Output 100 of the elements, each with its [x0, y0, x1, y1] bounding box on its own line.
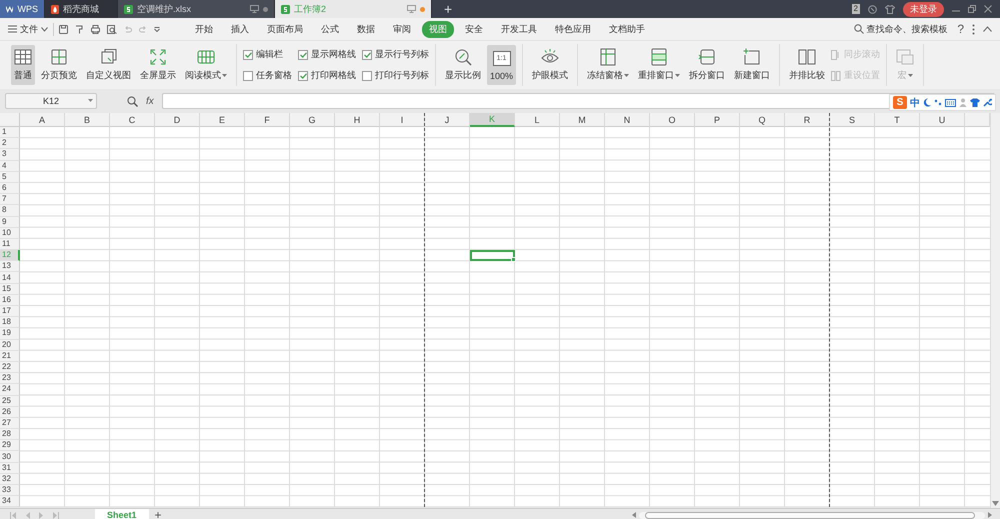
row-header[interactable]: 21 — [0, 350, 20, 362]
column-header[interactable]: U — [920, 113, 965, 127]
ribbon-button[interactable]: 重排窗口 — [635, 45, 684, 85]
row-header[interactable]: 32 — [0, 474, 20, 485]
document-tab[interactable]: 空调维护.xlsx — [118, 0, 275, 18]
checkbox-box[interactable] — [362, 50, 372, 60]
row-header[interactable]: 31 — [0, 462, 20, 474]
column-header[interactable]: E — [200, 113, 245, 127]
ribbon-tab[interactable]: 特色应用 — [548, 20, 598, 38]
column-header[interactable]: M — [560, 113, 605, 127]
file-menu[interactable]: 文件 — [8, 22, 54, 36]
column-header[interactable]: N — [605, 113, 650, 127]
row-header[interactable]: 14 — [0, 272, 20, 284]
row-header[interactable]: 11 — [0, 238, 20, 250]
column-header[interactable]: O — [650, 113, 695, 127]
ribbon-tab[interactable]: 审阅 — [386, 20, 418, 38]
ribbon-button[interactable]: 新建窗口 — [731, 45, 774, 85]
row-header[interactable]: 23 — [0, 373, 20, 384]
row-header[interactable]: 30 — [0, 451, 20, 463]
checkbox[interactable]: 打印行号列标 — [362, 69, 429, 82]
row-header[interactable]: 33 — [0, 485, 20, 496]
row-header[interactable]: 25 — [0, 396, 20, 407]
row-header[interactable]: 34 — [0, 496, 20, 508]
row-header[interactable]: 7 — [0, 194, 20, 206]
checkbox-box[interactable] — [298, 70, 308, 80]
row-header[interactable]: 4 — [0, 160, 20, 172]
ribbon-tab[interactable]: 数据 — [350, 20, 382, 38]
ribbon-tab[interactable]: 公式 — [314, 20, 346, 38]
row-header[interactable]: 28 — [0, 429, 20, 440]
login-button[interactable]: 未登录 — [903, 2, 944, 16]
ribbon-tab[interactable]: 页面布局 — [260, 20, 310, 38]
document-tab[interactable]: 稻壳商城 — [45, 0, 118, 18]
row-header[interactable]: 17 — [0, 306, 20, 318]
row-header[interactable]: 13 — [0, 261, 20, 272]
row-header[interactable]: 29 — [0, 440, 20, 452]
ribbon-button[interactable]: 拆分窗口 — [686, 45, 728, 85]
checkbox-box[interactable] — [243, 70, 253, 80]
column-header[interactable]: H — [335, 113, 380, 127]
ribbon-button[interactable]: 显示比例 — [442, 45, 484, 85]
column-header[interactable]: R — [785, 113, 830, 127]
command-search[interactable]: 查找命令、搜索模板 — [854, 22, 948, 36]
document-tab[interactable]: WPS — [0, 0, 45, 18]
ribbon-button[interactable]: 全屏显示 — [137, 45, 179, 85]
row-header[interactable]: 9 — [0, 216, 20, 228]
row-header[interactable]: 20 — [0, 340, 20, 351]
add-sheet-button[interactable]: + — [148, 508, 168, 519]
row-header[interactable]: 8 — [0, 205, 20, 216]
column-header[interactable]: S — [830, 113, 875, 127]
column-header[interactable]: Q — [740, 113, 785, 127]
checkbox[interactable]: 打印网格线 — [298, 69, 356, 82]
help-button[interactable]: ? — [957, 22, 964, 36]
row-header[interactable]: 3 — [0, 149, 20, 161]
ribbon-button[interactable]: 普通 — [11, 45, 35, 85]
checkbox-box[interactable] — [298, 50, 308, 60]
row-header[interactable]: 6 — [0, 182, 20, 194]
column-header[interactable]: P — [695, 113, 740, 127]
checkbox-box[interactable] — [362, 70, 372, 80]
ribbon-tab[interactable]: 开始 — [188, 20, 220, 38]
row-header[interactable]: 2 — [0, 138, 20, 150]
ribbon-button[interactable]: 分页预览 — [38, 45, 80, 85]
ribbon-tab[interactable]: 插入 — [224, 20, 256, 38]
column-header[interactable]: C — [110, 113, 155, 127]
checkbox-box[interactable] — [243, 50, 253, 60]
select-all-button[interactable] — [0, 113, 20, 127]
column-header[interactable]: T — [875, 113, 920, 127]
row-header[interactable]: 27 — [0, 418, 20, 430]
column-header[interactable]: I — [380, 113, 425, 127]
checkbox[interactable]: 显示网格线 — [298, 48, 356, 61]
checkbox[interactable]: 编辑栏 — [243, 48, 292, 61]
row-header[interactable]: 24 — [0, 384, 20, 396]
ribbon-button[interactable]: 并排比较 — [786, 45, 828, 85]
input-mode[interactable]: 中 — [910, 96, 920, 110]
ribbon-tab[interactable]: 开发工具 — [494, 20, 544, 38]
row-header[interactable]: 10 — [0, 228, 20, 239]
row-header[interactable]: 16 — [0, 294, 20, 306]
new-tab-button[interactable]: + — [432, 0, 464, 18]
ribbon-tab[interactable]: 安全 — [458, 20, 490, 38]
checkbox[interactable]: 显示行号列标 — [362, 48, 429, 61]
column-header[interactable]: A — [20, 113, 65, 127]
row-header[interactable]: 5 — [0, 172, 20, 183]
column-header[interactable]: F — [245, 113, 290, 127]
insert-function-button[interactable]: fx — [146, 96, 154, 106]
ribbon-button[interactable]: 自定义视图 — [83, 45, 134, 85]
column-header[interactable]: L — [515, 113, 560, 127]
scrollbar-thumb[interactable] — [645, 512, 975, 519]
row-header[interactable]: 19 — [0, 328, 20, 340]
row-header[interactable]: 1 — [0, 127, 20, 138]
column-header[interactable]: D — [155, 113, 200, 127]
ribbon-button[interactable]: 冻结窗格 — [584, 45, 632, 85]
ribbon-button[interactable]: 护眼模式 — [529, 45, 572, 85]
row-header[interactable]: 15 — [0, 284, 20, 295]
column-header[interactable] — [965, 113, 990, 127]
ribbon-tab[interactable]: 文档助手 — [602, 20, 652, 38]
row-header[interactable]: 26 — [0, 406, 20, 418]
column-header[interactable]: J — [425, 113, 470, 127]
name-box[interactable]: K12 — [5, 93, 97, 109]
column-header[interactable]: G — [290, 113, 335, 127]
window-count-badge[interactable]: 2 — [852, 4, 860, 14]
row-header[interactable]: 22 — [0, 362, 20, 374]
ribbon-button[interactable]: 阅读模式 — [182, 45, 230, 85]
